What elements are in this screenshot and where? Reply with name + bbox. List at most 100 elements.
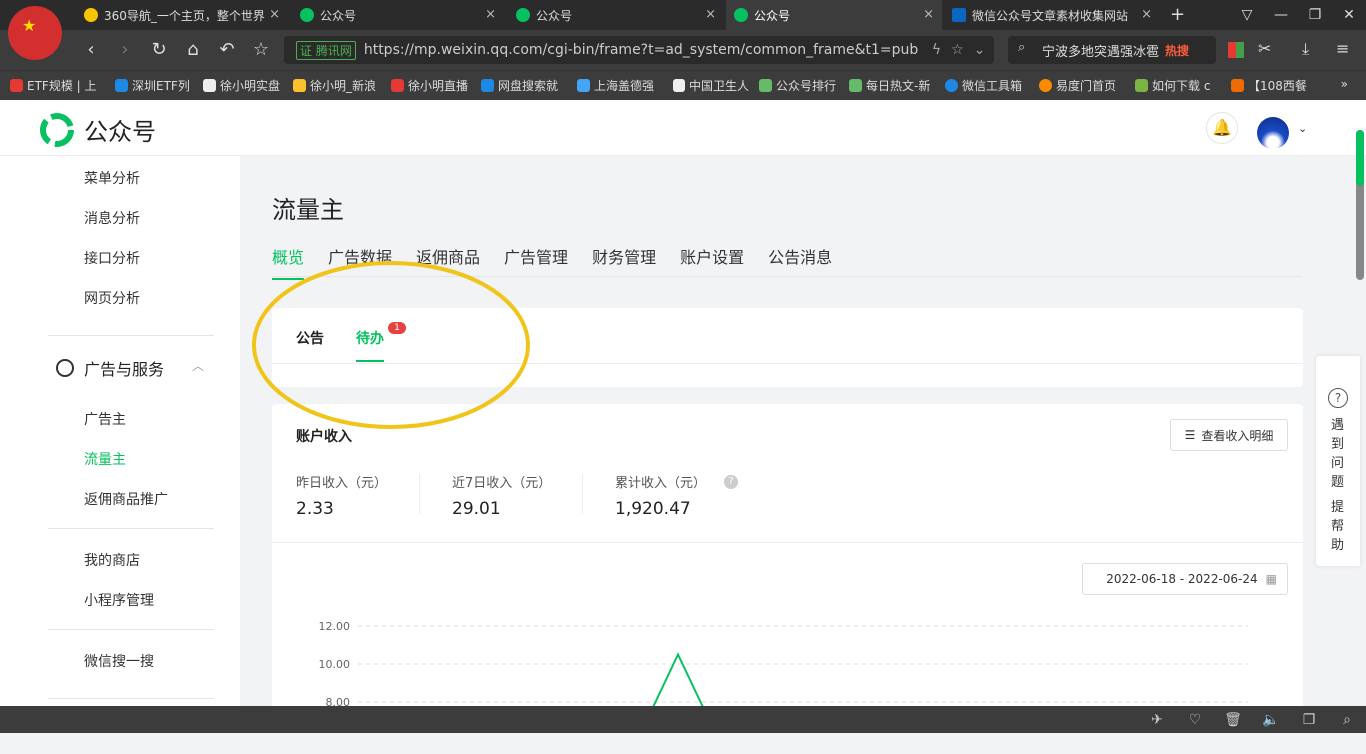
sidebar-item-rebate[interactable]: 返佣商品推广	[84, 489, 168, 509]
subtab-todo[interactable]: 待办	[356, 328, 384, 362]
tab-mp-2[interactable]: 公众号 ×	[508, 0, 724, 30]
browser-avatar[interactable]: ★	[8, 6, 62, 60]
volume-icon[interactable]: 🔈	[1252, 712, 1290, 728]
chevron-up-icon[interactable]: ︿	[192, 357, 204, 374]
bookmark-item[interactable]: 徐小明直播	[391, 77, 471, 94]
divider	[48, 528, 214, 529]
close-icon[interactable]: ×	[485, 7, 496, 22]
bookmark-item[interactable]: 每日热文-新	[849, 77, 935, 94]
shirt-icon[interactable]: ▽	[1230, 7, 1264, 23]
income-detail-button[interactable]: ☰ 查看收入明细	[1170, 419, 1288, 451]
tab-mp-1[interactable]: 公众号 ×	[292, 0, 504, 30]
date-range-picker[interactable]: 2022-06-18 - 2022-06-24 ▦	[1082, 563, 1288, 595]
rocket-icon[interactable]: ✈	[1138, 712, 1176, 728]
help-text: 遇到问题	[1331, 418, 1345, 490]
close-window-icon[interactable]: ✕	[1332, 7, 1366, 23]
tab-zhihu[interactable]: 微信公众号文章素材收集网站 ×	[944, 0, 1160, 30]
sidebar-item-miniprogram[interactable]: 小程序管理	[84, 590, 154, 610]
download-icon[interactable]: ⤓	[1302, 39, 1309, 59]
sidebar-item-advertiser[interactable]: 广告主	[84, 409, 126, 429]
browser-tab-bar: ★ 360导航_一个主页，整个世界 × 公众号 × 公众号 × 公众号 × 微信…	[0, 0, 1366, 60]
sidebar-item-publisher[interactable]: 流量主	[84, 449, 126, 469]
sidebar-item-shop[interactable]: 我的商店	[84, 550, 140, 570]
window-icon[interactable]: ❐	[1290, 712, 1328, 728]
close-icon[interactable]: ×	[269, 7, 280, 22]
stat-label: 昨日收入（元）	[296, 476, 388, 491]
chevron-down-icon[interactable]: ⌄	[974, 42, 986, 58]
apps-icon[interactable]	[1228, 42, 1244, 58]
bookmark-item[interactable]: 【108西餐	[1231, 77, 1311, 94]
bookmark-item[interactable]: 徐小明_新浪	[293, 77, 381, 94]
logo[interactable]: 公众号	[40, 112, 156, 147]
tab-account-settings[interactable]: 账户设置	[680, 244, 744, 280]
tab-ad-data[interactable]: 广告数据	[328, 244, 392, 280]
tab-ad-manage[interactable]: 广告管理	[504, 244, 568, 280]
tab-360[interactable]: 360导航_一个主页，整个世界 ×	[76, 0, 288, 30]
back-icon[interactable]: ‹	[80, 39, 102, 61]
divider	[48, 335, 214, 336]
tab-finance[interactable]: 财务管理	[592, 244, 656, 280]
forward-icon[interactable]: ›	[114, 39, 136, 61]
tab-overview[interactable]: 概览	[272, 244, 305, 280]
stat-total: 累计收入（元） ? 1,920.47	[615, 472, 739, 519]
sidebar-section-ads[interactable]: 广告与服务	[56, 356, 164, 380]
menu-icon[interactable]: ≡	[1336, 39, 1349, 58]
zoom-icon[interactable]: ⌕	[1328, 712, 1366, 728]
sidebar-item-web-analysis[interactable]: 网页分析	[84, 288, 140, 308]
bookmark-item[interactable]: 中国卫生人	[673, 77, 749, 94]
tab-mp-3[interactable]: 公众号 ×	[726, 0, 942, 30]
favorite-icon[interactable]: ☆	[951, 42, 964, 58]
logo-text: 公众号	[84, 118, 156, 146]
bell-icon[interactable]: 🔔	[1206, 112, 1238, 144]
undo-icon[interactable]: ↶	[216, 39, 238, 61]
help-panel[interactable]: ? 遇到问题 提帮助	[1316, 356, 1360, 566]
scrollbar[interactable]	[1356, 130, 1364, 280]
tab-rebate-goods[interactable]: 返佣商品	[416, 244, 480, 280]
sidebar-item-menu-analysis[interactable]: 菜单分析	[84, 168, 140, 188]
lightning-icon[interactable]: ϟ	[932, 42, 941, 58]
bookmark-item[interactable]: 易度门首页	[1039, 77, 1125, 94]
trash-icon[interactable]: 🗑	[1214, 712, 1252, 728]
close-icon[interactable]: ×	[1141, 7, 1152, 22]
user-avatar[interactable]	[1257, 117, 1289, 149]
home-icon[interactable]: ⌂	[182, 39, 204, 61]
section-title: 广告与服务	[84, 360, 165, 379]
y-tick-label: 10.00	[319, 658, 351, 671]
tab-notices[interactable]: 公告消息	[768, 244, 832, 280]
divider	[48, 629, 214, 630]
help-icon[interactable]: ?	[724, 474, 739, 489]
reload-icon[interactable]: ↻	[148, 39, 170, 61]
window-controls: ▽ — ❐ ✕	[1230, 0, 1366, 30]
divider	[48, 698, 214, 699]
minimize-icon[interactable]: —	[1264, 7, 1298, 23]
restore-icon[interactable]: ❐	[1298, 7, 1332, 23]
sidebar-item-api-analysis[interactable]: 接口分析	[84, 248, 140, 268]
calendar-icon: ▦	[1265, 572, 1277, 586]
bookmark-item[interactable]: 公众号排行	[759, 77, 839, 94]
y-tick-label: 12.00	[319, 620, 351, 633]
star-icon[interactable]: ☆	[250, 39, 272, 61]
search-box[interactable]: ⌕ 宁波多地突遇强冰雹 热搜	[1008, 36, 1216, 64]
close-icon[interactable]: ×	[923, 7, 934, 22]
bookmark-item[interactable]: 徐小明实盘	[203, 77, 283, 94]
zhihu-icon	[952, 8, 966, 22]
bookmark-item[interactable]: 微信工具箱	[945, 77, 1029, 94]
bookmark-item[interactable]: 上海盖德强	[577, 77, 663, 94]
bookmark-item[interactable]: 如何下载 c	[1135, 77, 1221, 94]
sidebar-item-sousou[interactable]: 微信搜一搜	[84, 651, 154, 671]
new-tab-button[interactable]: +	[1170, 4, 1185, 25]
sidebar-item-message-analysis[interactable]: 消息分析	[84, 208, 140, 228]
tab-label: 公众号	[754, 8, 791, 23]
bookmark-item[interactable]: 深圳ETF列	[115, 77, 193, 94]
help-text-2: 提帮助	[1331, 500, 1345, 553]
address-bar[interactable]: 证 腾讯网 https://mp.weixin.qq.com/cgi-bin/f…	[284, 36, 994, 64]
chevron-down-icon[interactable]: ⌄	[1298, 122, 1307, 135]
subtab-notice[interactable]: 公告	[296, 328, 324, 348]
close-icon[interactable]: ×	[705, 7, 716, 22]
bookmark-icon	[945, 79, 958, 92]
heart-icon[interactable]: ♡	[1176, 712, 1214, 728]
bookmark-item[interactable]: 网盘搜索就	[481, 77, 567, 94]
bookmark-item[interactable]: ETF规模 | 上	[10, 77, 105, 94]
bookmarks-more[interactable]: »	[1341, 77, 1348, 91]
scissors-icon[interactable]: ✂	[1258, 39, 1271, 58]
